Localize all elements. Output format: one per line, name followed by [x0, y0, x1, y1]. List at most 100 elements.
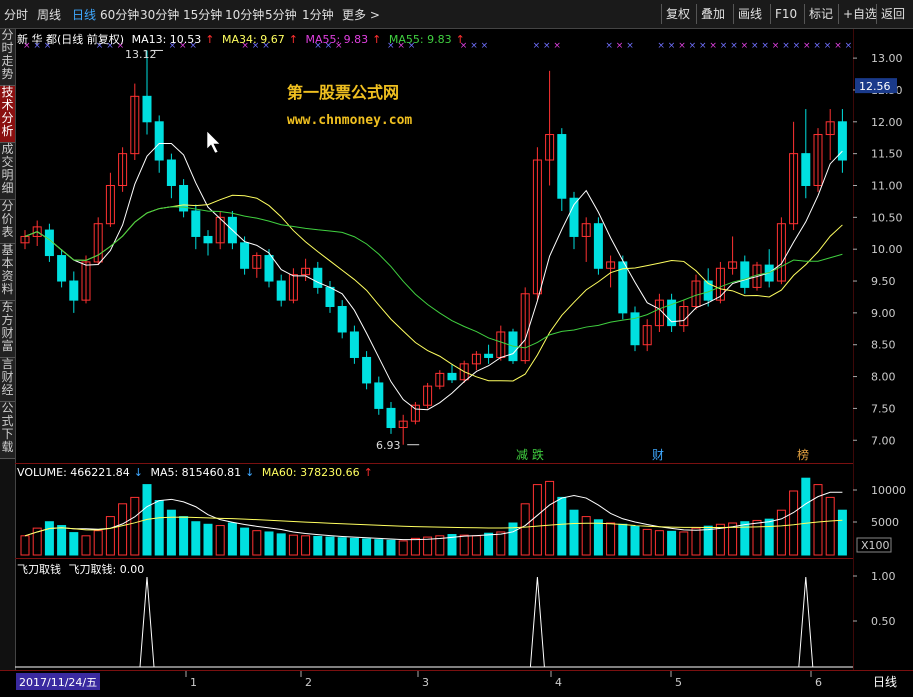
candle[interactable]	[142, 95, 152, 123]
sidebar-tab-0[interactable]: 分时走势	[0, 29, 15, 86]
ma55-line	[24, 206, 843, 349]
toolbar-button-2[interactable]: 画线	[733, 4, 766, 24]
signal-mark: ×	[834, 41, 842, 51]
period-tab-2[interactable]: 日线	[72, 6, 96, 23]
toolbar-button-5[interactable]: +自选	[838, 4, 881, 24]
signal-mark: ×	[772, 41, 780, 51]
volume-bar	[276, 533, 286, 556]
volume-bar	[764, 518, 774, 556]
candle[interactable]	[57, 255, 67, 282]
candle[interactable]	[166, 159, 176, 186]
signal-mark: ×	[699, 41, 707, 51]
high-annotation: 13.12	[125, 48, 157, 61]
volume-bar	[337, 537, 347, 556]
price-tick: 7.00	[871, 434, 896, 447]
signal-mark: ×	[824, 41, 832, 51]
watermark-title: 第一股票公式网	[287, 83, 399, 102]
volume-bar	[374, 539, 384, 556]
period-tab-1[interactable]: 周线	[37, 6, 61, 23]
period-tab-4[interactable]: 30分钟	[140, 6, 179, 23]
price-chart[interactable]: 新 华 都(日线 前复权) MA13: 10.53 ↑ MA34: 9.67 ↑ M…	[15, 29, 853, 463]
signal-mark: ×	[813, 41, 821, 51]
indicator-name: 飞刀取钱	[17, 563, 61, 576]
candle[interactable]	[44, 229, 54, 257]
period-toolbar: 分时 周线 日线 60分钟 30分钟 15分钟 10分钟 5分钟 1分钟 更多 > 复权 叠加 画线 F1…	[0, 0, 913, 29]
candle[interactable]	[557, 134, 567, 199]
candle[interactable]	[69, 280, 79, 301]
volume-bar	[191, 521, 201, 556]
volume-bar	[606, 522, 616, 556]
event-tag-3[interactable]: 榜	[797, 447, 809, 462]
volume-bar	[313, 535, 323, 556]
volume-bar	[398, 540, 408, 556]
signal-mark: ×	[689, 41, 697, 51]
toolbar-button-0[interactable]: 复权	[661, 4, 694, 24]
candle[interactable]	[362, 356, 372, 384]
candle[interactable]	[484, 353, 494, 358]
candle[interactable]	[264, 255, 274, 282]
candle[interactable]	[325, 286, 335, 308]
indicator-spike	[798, 576, 814, 668]
sidebar-tab-4[interactable]: 基本资料	[0, 244, 15, 301]
toolbar-button-4[interactable]: 标记	[804, 4, 837, 24]
toolbar-button-6[interactable]: 返回	[876, 4, 909, 24]
candle[interactable]	[313, 267, 323, 288]
signal-mark: ×	[709, 41, 717, 51]
volume-bar	[264, 531, 274, 556]
candle[interactable]	[203, 235, 213, 244]
indicator-tick: 1.00	[871, 570, 896, 583]
period-tab-5[interactable]: 15分钟	[183, 6, 222, 23]
volume-bar	[471, 535, 481, 556]
indicator-tick: 0.50	[871, 615, 896, 628]
sidebar-tab-7[interactable]: 公式下载	[0, 402, 15, 459]
event-tag-2[interactable]: 财	[652, 448, 664, 462]
candle[interactable]	[191, 210, 201, 237]
volume-chart[interactable]: VOLUME: 466221.84 ↓ MA5: 815460.81 ↓ MA60:…	[15, 463, 853, 559]
period-label[interactable]: 日线	[873, 675, 897, 689]
sidebar-tab-3[interactable]: 分价表	[0, 200, 15, 244]
period-tab-3[interactable]: 60分钟	[100, 6, 139, 23]
volume-bar	[69, 532, 79, 556]
candle[interactable]	[240, 242, 250, 269]
ma13-line	[24, 142, 843, 411]
period-tab-9[interactable]: 更多 >	[342, 6, 380, 23]
volume-bar	[520, 503, 530, 556]
candle[interactable]	[276, 280, 286, 301]
candle[interactable]	[593, 223, 603, 269]
signal-mark: ×	[751, 41, 759, 51]
period-tab-8[interactable]: 1分钟	[302, 6, 334, 23]
period-tab-7[interactable]: 5分钟	[265, 6, 297, 23]
sidebar-tab-6[interactable]: 言财经	[0, 358, 15, 402]
volume-bar	[789, 490, 799, 556]
volume-bar	[545, 480, 555, 556]
sidebar-tab-1[interactable]: 技术分析	[0, 86, 15, 143]
signal-mark: ×	[616, 41, 624, 51]
candlestick-svg[interactable]: × × × × × × × × × × × × × × × × × × × × × × × × × × × × × × × × × × × × × × × ×…	[15, 29, 853, 463]
period-tab-6[interactable]: 10分钟	[225, 6, 264, 23]
vol-ma5-label: MA5: 815460.81	[150, 466, 242, 479]
candle[interactable]	[374, 382, 384, 409]
indicator-legend: 飞刀取钱 飞刀取钱: 0.00	[17, 561, 148, 577]
period-tab-0[interactable]: 分时	[4, 6, 28, 23]
candle[interactable]	[154, 121, 164, 161]
toolbar-button-1[interactable]: 叠加	[696, 4, 729, 24]
signal-mark: ×	[678, 41, 686, 51]
left-sidebar: 分时走势 技术分析 成交明细 分价表 基本资料 东方财富 言财经 公式下载	[0, 29, 16, 689]
toolbar-button-3[interactable]: F10	[770, 4, 801, 24]
signal-mark: ×	[553, 41, 561, 51]
indicator-chart[interactable]: 飞刀取钱 飞刀取钱: 0.00	[15, 558, 853, 671]
candle[interactable]	[740, 261, 750, 288]
volume-bar	[362, 538, 372, 556]
candle[interactable]	[447, 372, 457, 381]
candle[interactable]	[801, 153, 811, 186]
candle[interactable]	[337, 306, 347, 333]
sidebar-tab-5[interactable]: 东方财富	[0, 301, 15, 358]
candle[interactable]	[349, 331, 359, 358]
event-tag-1[interactable]: 减 跌	[516, 447, 544, 462]
signal-mark: ×	[782, 41, 790, 51]
candle[interactable]	[386, 407, 396, 429]
sidebar-tab-2[interactable]: 成交明细	[0, 143, 15, 200]
month-tick: 6	[815, 676, 822, 689]
signal-mark: ×	[720, 41, 728, 51]
indicator-spike	[139, 576, 155, 668]
